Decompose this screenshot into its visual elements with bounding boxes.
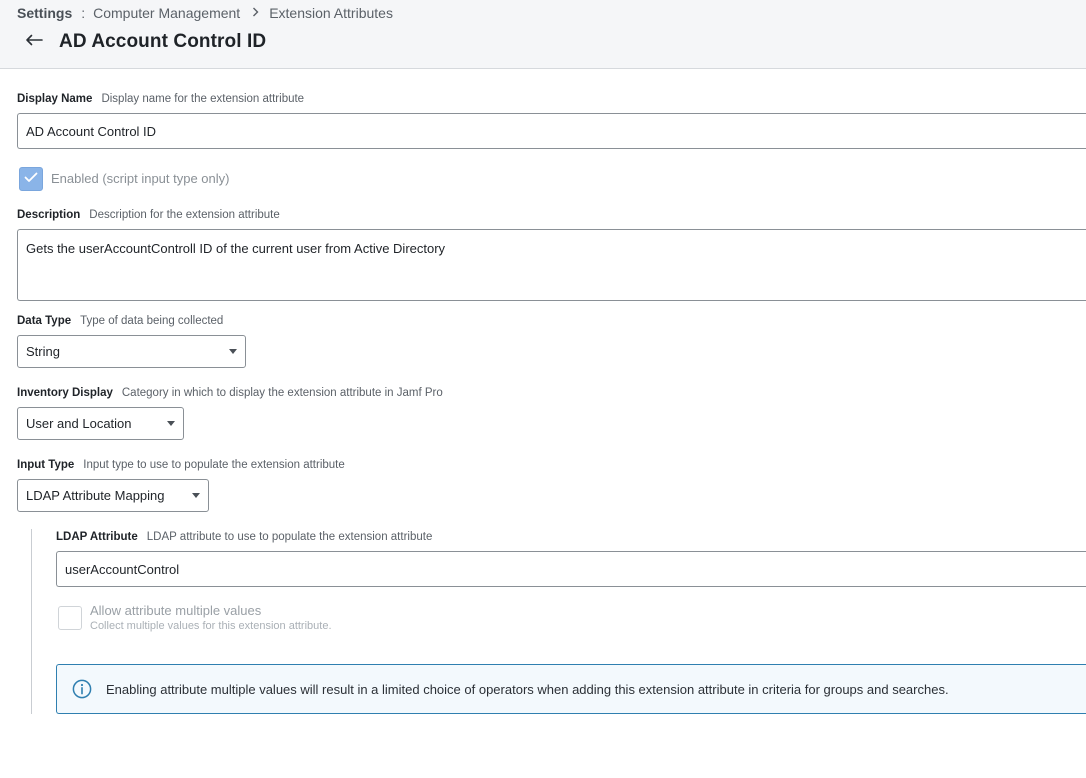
- info-callout: Enabling attribute multiple values will …: [56, 664, 1086, 714]
- data-type-select[interactable]: String: [17, 335, 246, 368]
- display-name-hint: Display name for the extension attribute: [101, 93, 305, 105]
- input-type-hint: Input type to use to populate the extens…: [83, 459, 345, 471]
- breadcrumb-separator: :: [81, 5, 86, 21]
- ldap-attribute-label: LDAP Attribute: [56, 531, 138, 543]
- input-type-select[interactable]: LDAP Attribute Mapping: [17, 479, 209, 512]
- arrow-left-icon: [25, 33, 43, 51]
- caret-down-icon: [229, 349, 237, 354]
- data-type-value: String: [26, 344, 60, 359]
- input-type-label-row: Input Type Input type to use to populate…: [17, 459, 345, 471]
- display-name-input[interactable]: AD Account Control ID: [17, 113, 1086, 149]
- multiple-values-label: Allow attribute multiple values: [90, 603, 262, 618]
- enabled-checkbox[interactable]: [19, 167, 43, 191]
- breadcrumb: Settings : Computer Management Extension…: [17, 5, 393, 21]
- caret-down-icon: [167, 421, 175, 426]
- back-button[interactable]: [22, 30, 46, 54]
- title-row: AD Account Control ID: [22, 28, 266, 56]
- display-name-label: Display Name: [17, 93, 93, 105]
- inventory-display-select[interactable]: User and Location: [17, 407, 184, 440]
- info-text: Enabling attribute multiple values will …: [106, 681, 949, 697]
- multiple-values-hint: Collect multiple values for this extensi…: [90, 620, 332, 632]
- inventory-display-hint: Category in which to display the extensi…: [121, 387, 443, 399]
- checkmark-icon: [24, 170, 38, 188]
- ldap-attribute-hint: LDAP attribute to use to populate the ex…: [146, 531, 433, 543]
- description-label-row: Description Description for the extensio…: [17, 209, 280, 221]
- input-type-label: Input Type: [17, 459, 75, 471]
- page-title: AD Account Control ID: [59, 31, 267, 52]
- breadcrumb-extension-attributes[interactable]: Extension Attributes: [269, 5, 393, 21]
- ldap-attribute-input[interactable]: userAccountControl: [56, 551, 1086, 587]
- page-header: Settings : Computer Management Extension…: [0, 0, 1086, 69]
- multiple-values-checkbox[interactable]: [58, 606, 82, 630]
- data-type-label: Data Type: [17, 315, 72, 327]
- data-type-hint: Type of data being collected: [80, 315, 224, 327]
- nested-section-rail: [31, 529, 32, 714]
- input-type-value: LDAP Attribute Mapping: [26, 488, 165, 503]
- chevron-right-icon: [252, 6, 259, 20]
- data-type-label-row: Data Type Type of data being collected: [17, 315, 223, 327]
- ldap-attribute-label-row: LDAP Attribute LDAP attribute to use to …: [56, 531, 432, 543]
- inventory-display-label-row: Inventory Display Category in which to d…: [17, 387, 443, 399]
- info-circle-icon: [71, 678, 93, 700]
- breadcrumb-computer-management[interactable]: Computer Management: [93, 5, 240, 21]
- inventory-display-label: Inventory Display: [17, 387, 113, 399]
- description-label: Description: [17, 209, 81, 221]
- breadcrumb-settings[interactable]: Settings: [17, 5, 72, 21]
- caret-down-icon: [192, 493, 200, 498]
- description-textarea[interactable]: Gets the userAccountControll ID of the c…: [17, 229, 1086, 301]
- description-hint: Description for the extension attribute: [89, 209, 280, 221]
- inventory-display-value: User and Location: [26, 416, 132, 431]
- display-name-label-row: Display Name Display name for the extens…: [17, 93, 304, 105]
- enabled-label: Enabled (script input type only): [51, 171, 230, 186]
